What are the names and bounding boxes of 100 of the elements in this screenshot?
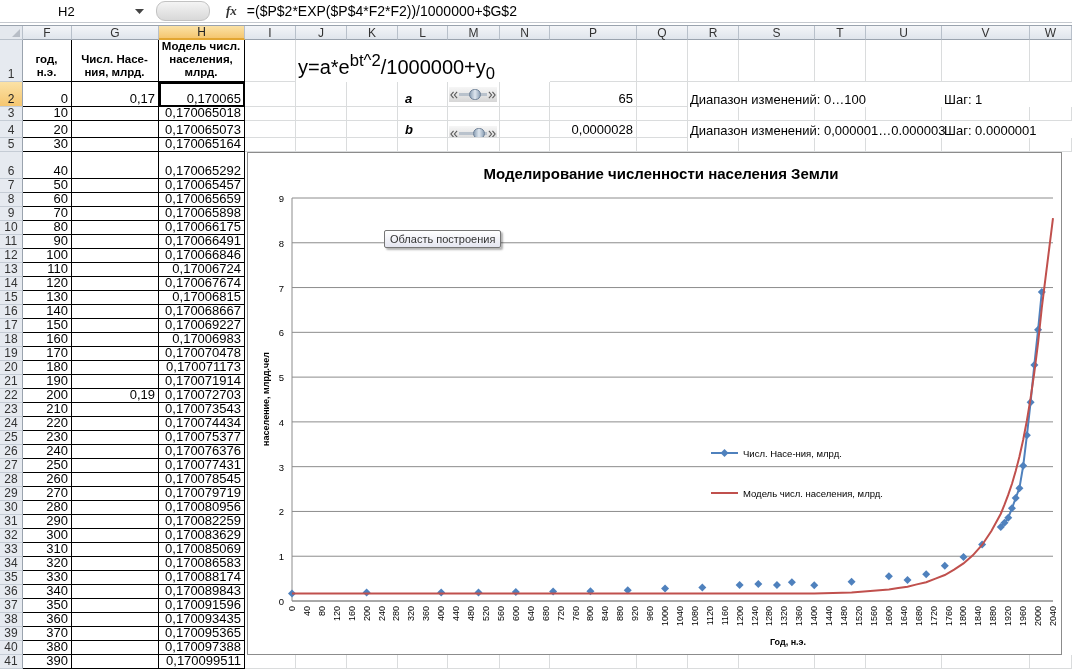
cell-value[interactable]: 120	[23, 277, 72, 291]
table-cell[interactable]	[72, 121, 159, 138]
cell-value[interactable]: 30	[23, 138, 72, 152]
column-header[interactable]: W	[1030, 26, 1072, 40]
column-header[interactable]: U	[866, 26, 942, 40]
table-cell[interactable]	[72, 431, 159, 445]
table-cell[interactable]	[72, 599, 159, 613]
row-header[interactable]: 16	[0, 305, 23, 319]
cell-value[interactable]: 0,17	[72, 82, 159, 107]
cell-value[interactable]: 0,170089843	[159, 585, 245, 599]
cell-value[interactable]: 20	[23, 121, 72, 138]
row-header[interactable]: 28	[0, 473, 23, 487]
table-cell[interactable]	[72, 473, 159, 487]
cell-value[interactable]: 0,170085069	[159, 543, 245, 557]
table-cell[interactable]	[72, 459, 159, 473]
table-cell[interactable]	[72, 291, 159, 305]
column-header[interactable]: H	[159, 26, 245, 40]
row-header[interactable]: 4	[0, 121, 23, 138]
cell-value[interactable]: 0,170093435	[159, 613, 245, 627]
table-cell[interactable]	[72, 179, 159, 193]
cell-value[interactable]: 0,170075377	[159, 431, 245, 445]
cell-value[interactable]: 0,170065073	[159, 121, 245, 138]
insert-function-button[interactable]: fx	[226, 3, 237, 19]
cell-value[interactable]: 0,170065018	[159, 107, 245, 121]
table-cell[interactable]	[72, 529, 159, 543]
row-header[interactable]: 30	[0, 501, 23, 515]
row-header[interactable]: 3	[0, 107, 23, 121]
cell-value[interactable]: 0,170082259	[159, 515, 245, 529]
cell-value[interactable]: 280	[23, 501, 72, 515]
splitter-handle[interactable]	[156, 1, 210, 21]
column-header[interactable]: T	[815, 26, 866, 40]
cell-value[interactable]: 90	[23, 235, 72, 249]
table-cell[interactable]	[72, 571, 159, 585]
cell-value[interactable]: 360	[23, 613, 72, 627]
table-cell[interactable]	[72, 333, 159, 347]
cell-value[interactable]: 0,170086583	[159, 557, 245, 571]
cell-value[interactable]: 0,170065898	[159, 207, 245, 221]
cell-value[interactable]: 0,170071914	[159, 375, 245, 389]
cell-value[interactable]: 0,170080956	[159, 501, 245, 515]
row-header[interactable]: 32	[0, 529, 23, 543]
row-header[interactable]: 23	[0, 403, 23, 417]
cell-value[interactable]: 0,17006815	[159, 291, 245, 305]
left-arrows-icon[interactable]	[450, 90, 458, 99]
cell-value[interactable]: 0,17006724	[159, 263, 245, 277]
name-box[interactable]: H2	[0, 1, 150, 21]
select-all-icon[interactable]	[12, 29, 20, 37]
column-header[interactable]: K	[347, 26, 398, 40]
column-header[interactable]: G	[72, 26, 159, 40]
table-cell[interactable]	[72, 193, 159, 207]
table-cell[interactable]	[72, 641, 159, 655]
cell-value[interactable]: 0,170074434	[159, 417, 245, 431]
row-header[interactable]: 29	[0, 487, 23, 501]
row-header[interactable]: 10	[0, 221, 23, 235]
cell-value[interactable]: 200	[23, 389, 72, 403]
cell-value[interactable]: 0,170083629	[159, 529, 245, 543]
cell-value[interactable]: 0,170097388	[159, 641, 245, 655]
cell-value[interactable]: 160	[23, 333, 72, 347]
row-header[interactable]: 2	[0, 82, 23, 107]
row-header[interactable]: 9	[0, 207, 23, 221]
cell-value[interactable]: 390	[23, 655, 72, 669]
row-header[interactable]: 25	[0, 431, 23, 445]
table-cell[interactable]	[72, 263, 159, 277]
cell-value[interactable]: 0,170071173	[159, 361, 245, 375]
row-header[interactable]: 35	[0, 571, 23, 585]
row-header[interactable]: 14	[0, 277, 23, 291]
column-header[interactable]: Q	[637, 26, 688, 40]
row-header[interactable]: 34	[0, 557, 23, 571]
cell-value[interactable]: 0,170095365	[159, 627, 245, 641]
table-cell[interactable]	[72, 249, 159, 263]
table-cell[interactable]	[72, 501, 159, 515]
column-header[interactable]: P	[550, 26, 637, 40]
table-cell[interactable]	[72, 347, 159, 361]
table-cell[interactable]	[72, 235, 159, 249]
cell-value[interactable]: 310	[23, 543, 72, 557]
cell-value[interactable]: 240	[23, 445, 72, 459]
row-header[interactable]: 11	[0, 235, 23, 249]
column-heading[interactable]: Модель числ. населения, млрд.	[159, 40, 245, 82]
table-cell[interactable]	[72, 221, 159, 235]
cell-value[interactable]: 60	[23, 193, 72, 207]
cell-value[interactable]: 0,170073543	[159, 403, 245, 417]
cell-value[interactable]: 0,19	[72, 389, 159, 403]
cell-value[interactable]: 320	[23, 557, 72, 571]
cell-value[interactable]: 270	[23, 487, 72, 501]
row-header[interactable]: 8	[0, 193, 23, 207]
cell-value[interactable]: 0,170077431	[159, 459, 245, 473]
row-header[interactable]: 33	[0, 543, 23, 557]
cell-value[interactable]: 0,170088174	[159, 571, 245, 585]
parameter-label[interactable]: a	[398, 82, 448, 107]
row-header[interactable]: 26	[0, 445, 23, 459]
cell-value[interactable]: 80	[23, 221, 72, 235]
right-arrows-icon[interactable]	[488, 129, 496, 137]
cell-value[interactable]: 150	[23, 319, 72, 333]
cell-value[interactable]: 340	[23, 585, 72, 599]
row-header[interactable]: 40	[0, 641, 23, 655]
cell-value[interactable]: 210	[23, 403, 72, 417]
column-header[interactable]: S	[739, 26, 815, 40]
cell-value[interactable]: 0,170078545	[159, 473, 245, 487]
cell-value[interactable]: 0,0000028	[550, 121, 637, 138]
cell-value[interactable]: 0,170091596	[159, 599, 245, 613]
cell-value[interactable]: 0,170066175	[159, 221, 245, 235]
